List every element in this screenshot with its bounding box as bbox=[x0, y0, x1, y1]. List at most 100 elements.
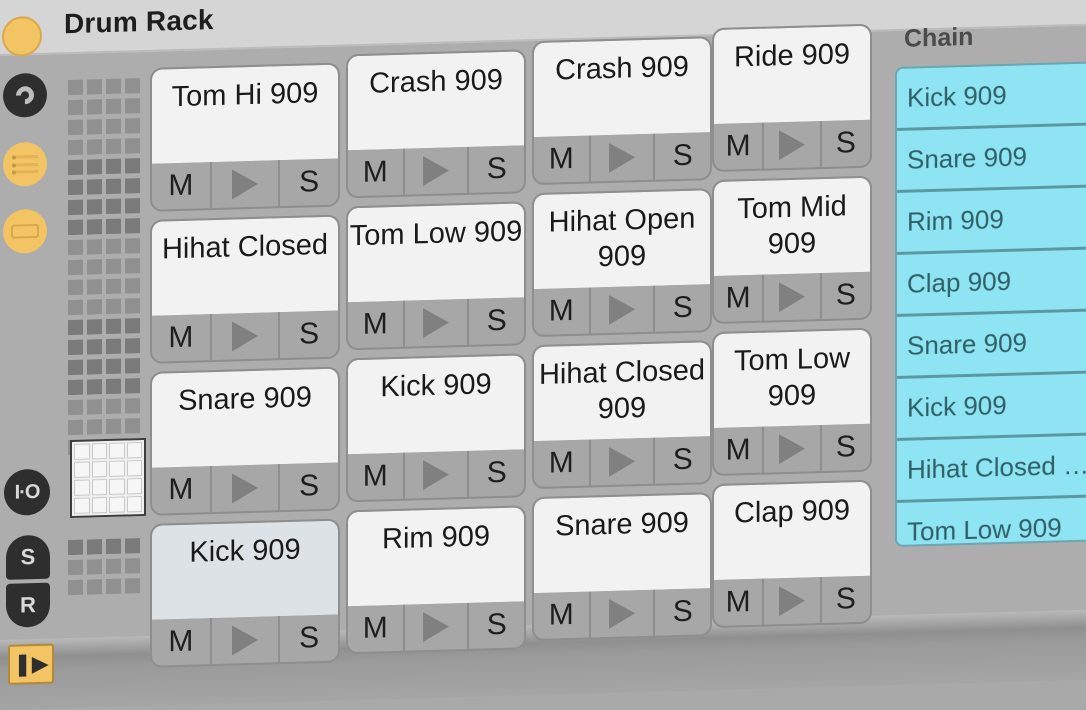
overview-cell[interactable] bbox=[106, 78, 121, 95]
overview-cell[interactable] bbox=[106, 198, 121, 215]
overview-cell[interactable] bbox=[125, 538, 140, 554]
pad-solo-button[interactable]: S bbox=[469, 145, 525, 193]
overview-cell[interactable] bbox=[106, 558, 121, 575]
overview-cell[interactable] bbox=[106, 218, 121, 235]
overview-cell[interactable] bbox=[125, 338, 140, 354]
drum-pad[interactable]: Hihat Closed M S bbox=[150, 214, 340, 364]
overview-cell[interactable] bbox=[125, 238, 140, 254]
overview-cell[interactable] bbox=[87, 159, 102, 175]
pad-play-button[interactable] bbox=[211, 160, 281, 209]
pad-mute-button[interactable]: M bbox=[348, 148, 405, 197]
overview-cell[interactable] bbox=[125, 138, 140, 154]
pad-play-button[interactable] bbox=[211, 464, 281, 513]
drum-pad[interactable]: Tom Low 909 M S bbox=[346, 201, 526, 351]
overview-cell[interactable] bbox=[125, 398, 140, 414]
overview-cell[interactable] bbox=[68, 579, 83, 596]
pad-solo-button[interactable]: S bbox=[280, 462, 338, 511]
pad-solo-button[interactable]: S bbox=[655, 588, 711, 636]
pad-mute-button[interactable]: M bbox=[714, 578, 765, 627]
overview-cell[interactable] bbox=[68, 119, 83, 136]
pad-play-button[interactable] bbox=[404, 602, 470, 651]
overview-cell[interactable] bbox=[106, 318, 121, 335]
overview-cell[interactable] bbox=[106, 578, 121, 595]
overview-cell[interactable] bbox=[87, 259, 102, 275]
pad-mute-button[interactable]: M bbox=[534, 135, 591, 184]
pad-play-button[interactable] bbox=[764, 577, 822, 625]
overview-cell[interactable] bbox=[87, 339, 102, 355]
overview-cell[interactable] bbox=[106, 418, 121, 435]
pad-play-button[interactable] bbox=[764, 273, 822, 321]
pad-name[interactable]: Tom Hi 909 bbox=[152, 64, 338, 166]
overview-cell[interactable] bbox=[68, 559, 83, 576]
drum-pad[interactable]: Crash 909 M S bbox=[346, 49, 526, 199]
drum-pad[interactable]: Crash 909 M S bbox=[532, 36, 712, 186]
overview-cell[interactable] bbox=[125, 318, 140, 334]
pad-mute-button[interactable]: M bbox=[714, 274, 765, 323]
pad-mute-button[interactable]: M bbox=[152, 162, 212, 210]
pad-solo-button[interactable]: S bbox=[821, 119, 870, 168]
pad-mute-button[interactable]: M bbox=[714, 426, 765, 475]
overview-cell[interactable] bbox=[125, 198, 140, 214]
overview-cell[interactable] bbox=[68, 319, 83, 336]
pad-name[interactable]: Hihat Closed 909 bbox=[534, 342, 710, 444]
pad-mute-button[interactable]: M bbox=[714, 122, 765, 171]
pad-play-button[interactable] bbox=[211, 312, 281, 361]
chain-list[interactable]: Kick 909 Snare 909 Rim 909 Clap 909 Snare 90… bbox=[895, 61, 1086, 548]
pad-solo-button[interactable]: S bbox=[280, 158, 338, 207]
overview-cell[interactable] bbox=[125, 378, 140, 394]
pad-name[interactable]: Rim 909 bbox=[348, 507, 524, 609]
drum-pad[interactable]: Snare 909 M S bbox=[150, 366, 340, 516]
overview-cell[interactable] bbox=[125, 258, 140, 274]
overview-cell[interactable] bbox=[125, 98, 140, 114]
sends-toggle-button[interactable]: S bbox=[6, 534, 50, 580]
overview-cell[interactable] bbox=[87, 559, 102, 575]
overview-cell[interactable] bbox=[125, 558, 140, 574]
overview-cell[interactable] bbox=[68, 199, 83, 216]
device-activator-button[interactable] bbox=[2, 15, 42, 57]
drum-pad[interactable]: Hihat Closed 909 M S bbox=[532, 340, 712, 490]
pad-solo-button[interactable]: S bbox=[655, 132, 711, 180]
drum-pad[interactable]: Tom Mid 909 M S bbox=[712, 175, 872, 325]
pad-mute-button[interactable]: M bbox=[534, 287, 591, 336]
overview-cell[interactable] bbox=[68, 259, 83, 276]
pad-name[interactable]: Tom Low 909 bbox=[714, 329, 870, 431]
pad-play-button[interactable] bbox=[404, 450, 470, 499]
overview-cell[interactable] bbox=[68, 359, 83, 376]
overview-cell[interactable] bbox=[125, 358, 140, 374]
overview-cell[interactable] bbox=[68, 239, 83, 256]
overview-cell[interactable] bbox=[106, 118, 121, 135]
chain-list-item[interactable]: Snare 909 bbox=[897, 311, 1086, 379]
overview-cell[interactable] bbox=[87, 139, 102, 155]
overview-cell[interactable] bbox=[125, 118, 140, 134]
overview-cell[interactable] bbox=[106, 258, 121, 275]
pad-play-button[interactable] bbox=[211, 616, 281, 665]
pad-play-button[interactable] bbox=[404, 298, 470, 347]
pad-solo-button[interactable]: S bbox=[821, 423, 870, 472]
overview-cell[interactable] bbox=[106, 138, 121, 155]
overview-cell[interactable] bbox=[87, 199, 102, 215]
pad-play-button[interactable] bbox=[764, 425, 822, 473]
overview-cell[interactable] bbox=[106, 158, 121, 175]
pad-name[interactable]: Crash 909 bbox=[348, 51, 524, 153]
pad-mute-button[interactable]: M bbox=[348, 452, 405, 501]
overview-cell[interactable] bbox=[125, 578, 140, 594]
overview-cell[interactable] bbox=[87, 279, 102, 295]
drum-pad[interactable]: Ride 909 M S bbox=[712, 23, 872, 173]
overview-cell[interactable] bbox=[106, 398, 121, 415]
pad-play-button[interactable] bbox=[590, 133, 656, 182]
overview-cell[interactable] bbox=[106, 98, 121, 115]
overview-cell[interactable] bbox=[68, 299, 83, 316]
overview-cell[interactable] bbox=[68, 139, 83, 156]
pad-mute-button[interactable]: M bbox=[348, 300, 405, 349]
pad-name[interactable]: Clap 909 bbox=[714, 481, 870, 583]
drum-pad[interactable]: Hihat Open 909 M S bbox=[532, 188, 712, 338]
overview-cell[interactable] bbox=[106, 238, 121, 255]
overview-cell[interactable] bbox=[106, 378, 121, 395]
auto-select-button[interactable]: ❚▶ bbox=[8, 643, 54, 685]
overview-cell[interactable] bbox=[87, 419, 102, 435]
overview-cell[interactable] bbox=[106, 358, 121, 375]
pad-mute-button[interactable]: M bbox=[152, 618, 212, 666]
overview-cell[interactable] bbox=[68, 179, 83, 196]
overview-cell[interactable] bbox=[125, 278, 140, 294]
overview-cell[interactable] bbox=[87, 179, 102, 195]
